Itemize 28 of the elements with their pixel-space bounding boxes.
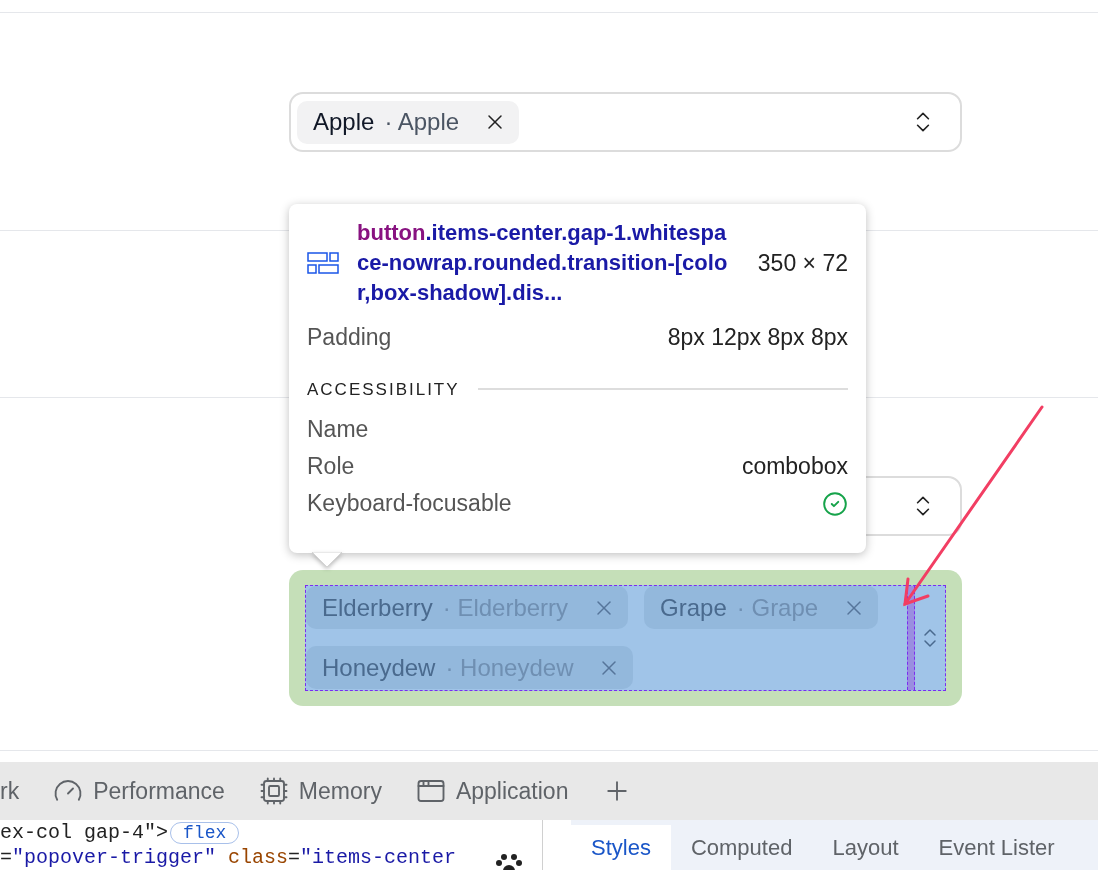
padding-label: Padding xyxy=(307,323,392,352)
tag-label: Elderberry xyxy=(322,592,433,623)
code-line: ="popover-trigger" class="items-center xyxy=(0,845,457,870)
padding-value: 8px 12px 8px 8px xyxy=(667,323,848,352)
panel-tab[interactable]: Styles xyxy=(571,825,671,870)
panel-tab[interactable]: Event Lister xyxy=(918,825,1075,870)
property-label: Role xyxy=(307,452,355,482)
code-line: ex-col gap-4"> xyxy=(0,820,169,845)
property-value: combobox xyxy=(741,452,848,482)
devtools-tab[interactable]: Performance xyxy=(53,773,225,809)
element-selector: button.items-center.gap-1.whitespace-nowrap.rounded.transition-[color,box-shadow].dis... xyxy=(357,219,729,307)
flex-layout-icon xyxy=(307,252,339,274)
devtools-tab[interactable]: Application xyxy=(415,773,569,809)
panel-tab[interactable]: Layout xyxy=(812,825,919,870)
tag-label: Apple xyxy=(313,107,375,137)
tag-label: Honeydew xyxy=(322,652,436,683)
tag-value: · Apple xyxy=(384,107,460,137)
property-label: Name xyxy=(307,415,369,445)
devtools-tab[interactable]: rk xyxy=(0,773,20,809)
property-label: Keyboard-focusable xyxy=(307,489,512,519)
panel-tab[interactable]: Computed xyxy=(670,825,813,870)
section-title: ACCESSIBILITY xyxy=(307,378,460,401)
element-size: 350 × 72 xyxy=(757,248,848,278)
check-icon xyxy=(822,490,848,517)
chip-icon xyxy=(258,776,289,806)
devtools-tab[interactable]: Memory xyxy=(258,773,382,809)
tag-label: Grape xyxy=(660,592,727,623)
combobox[interactable]: Apple · Apple xyxy=(289,92,962,152)
